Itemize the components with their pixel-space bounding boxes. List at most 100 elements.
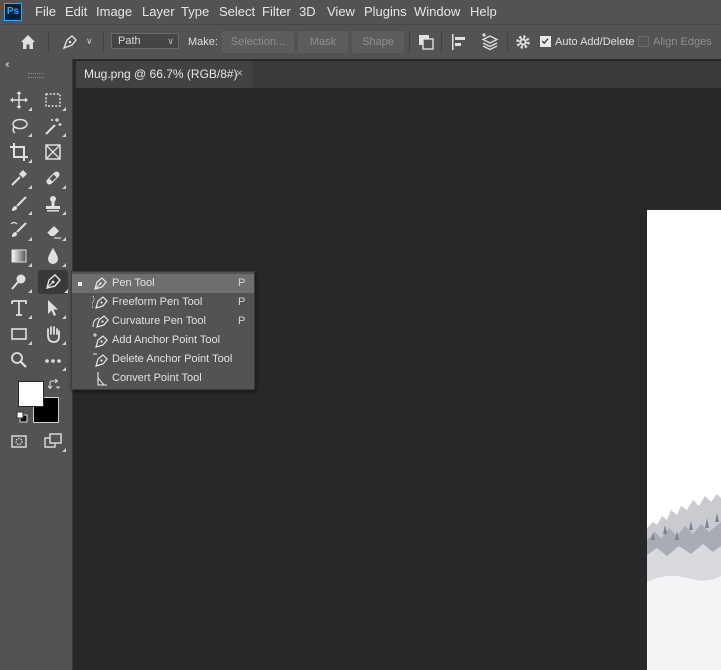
flyout-item-delete-anchor-point-tool[interactable]: Delete Anchor Point Tool <box>72 350 254 369</box>
pen-tool[interactable] <box>38 270 68 294</box>
options-separator <box>48 31 49 53</box>
brush-icon <box>12 196 27 211</box>
flyout-item-freeform-pen-tool[interactable]: Freeform Pen Tool P <box>72 293 254 312</box>
menu-plugins[interactable]: Plugins <box>364 4 407 19</box>
auto-add-delete-checkbox[interactable] <box>540 36 551 47</box>
pen-mode-select[interactable]: Path ∨ <box>111 33 179 49</box>
chevron-down-icon: ∨ <box>167 36 174 46</box>
rectangle-icon <box>11 328 27 340</box>
selected-bullet-icon <box>78 282 82 286</box>
default-colors-icon[interactable] <box>16 410 28 423</box>
zoom-icon <box>11 352 27 368</box>
path-selection-icon <box>48 300 58 316</box>
chevron-down-icon[interactable]: ∨ <box>86 36 93 47</box>
flyout-item-shortcut: P <box>238 296 246 308</box>
path-operations-icon[interactable] <box>416 32 436 52</box>
rectangle-tool[interactable] <box>6 322 32 346</box>
collapse-panel-icon[interactable]: ‹‹ <box>5 59 9 70</box>
menu-view[interactable]: View <box>327 4 355 19</box>
gear-icon[interactable] <box>513 32 533 52</box>
hand-icon <box>47 326 60 343</box>
menu-type[interactable]: Type <box>181 4 209 19</box>
crop-tool[interactable] <box>6 140 32 164</box>
path-selection-tool[interactable] <box>40 296 66 320</box>
tool-preset-pen-icon[interactable] <box>60 32 80 52</box>
menu-3d[interactable]: 3D <box>299 4 316 19</box>
make-shape-button[interactable]: Shape <box>352 31 404 53</box>
menu-layer[interactable]: Layer <box>142 4 175 19</box>
marquee-icon <box>45 93 61 107</box>
options-separator <box>507 31 508 53</box>
dodge-icon <box>11 274 26 290</box>
magic-wand-icon <box>45 118 62 135</box>
panel-grip[interactable] <box>28 73 44 78</box>
flyout-item-convert-point-tool[interactable]: Convert Point Tool <box>72 369 254 388</box>
close-icon[interactable]: × <box>236 66 243 80</box>
eraser-icon <box>46 226 61 239</box>
snowy-landscape-image <box>647 210 721 670</box>
pen-mode-value: Path <box>118 35 141 47</box>
menu-filter[interactable]: Filter <box>262 4 291 19</box>
document-tab[interactable]: Mug.png @ 66.7% (RGB/8#) × <box>76 61 253 88</box>
eyedropper-icon <box>11 170 27 186</box>
menu-file[interactable]: File <box>35 4 56 19</box>
healing-brush-tool[interactable] <box>40 166 66 190</box>
menu-window[interactable]: Window <box>414 4 460 19</box>
lasso-tool[interactable] <box>6 114 32 138</box>
flyout-item-add-anchor-point-tool[interactable]: Add Anchor Point Tool <box>72 331 254 350</box>
healing-brush-icon <box>46 171 60 185</box>
make-selection-button[interactable]: Selection... <box>222 31 294 53</box>
add-anchor-point-icon <box>92 332 109 349</box>
history-brush-icon <box>10 221 27 237</box>
swap-colors-icon[interactable] <box>47 378 60 390</box>
zoom-tool[interactable] <box>6 348 32 372</box>
more-tools-button[interactable] <box>40 348 66 372</box>
flyout-item-pen-tool[interactable]: Pen Tool P <box>72 274 254 293</box>
blur-tool[interactable] <box>40 244 66 268</box>
auto-add-delete-label: Auto Add/Delete <box>555 36 635 48</box>
eraser-tool[interactable] <box>40 218 66 242</box>
flyout-item-label: Delete Anchor Point Tool <box>112 353 233 365</box>
crop-icon <box>10 143 28 161</box>
make-mask-button[interactable]: Mask <box>298 31 348 53</box>
magic-wand-tool[interactable] <box>40 114 66 138</box>
type-tool[interactable] <box>6 296 32 320</box>
screen-mode-button[interactable] <box>40 429 66 453</box>
pen-tool-flyout: Pen Tool P Freeform Pen Tool P Curvature… <box>71 271 255 390</box>
document-image <box>647 210 721 670</box>
options-separator <box>409 31 410 53</box>
align-edges-checkbox[interactable] <box>638 36 649 47</box>
options-separator <box>103 31 104 53</box>
flyout-item-label: Freeform Pen Tool <box>112 296 203 308</box>
hand-tool[interactable] <box>40 322 66 346</box>
gradient-tool[interactable] <box>6 244 32 268</box>
dodge-tool[interactable] <box>6 270 32 294</box>
marquee-tool[interactable] <box>40 88 66 112</box>
photoshop-logo-icon: Ps <box>4 3 22 21</box>
blur-icon <box>48 248 58 264</box>
flyout-item-label: Convert Point Tool <box>112 372 202 384</box>
stamp-icon <box>46 196 60 212</box>
pen-icon <box>46 274 61 289</box>
path-alignment-icon[interactable] <box>449 32 469 52</box>
menu-edit[interactable]: Edit <box>65 4 87 19</box>
move-tool[interactable] <box>6 88 32 112</box>
flyout-item-label: Add Anchor Point Tool <box>112 334 221 346</box>
eyedropper-tool[interactable] <box>6 166 32 190</box>
brush-tool[interactable] <box>6 192 32 216</box>
quick-mask-icon <box>11 435 27 448</box>
menu-select[interactable]: Select <box>219 4 255 19</box>
menu-bar: Ps File Edit Image Layer Type Select Fil… <box>0 0 721 24</box>
history-brush-tool[interactable] <box>6 218 32 242</box>
quick-mask-button[interactable] <box>6 429 32 453</box>
foreground-color-swatch[interactable] <box>18 381 44 407</box>
flyout-item-curvature-pen-tool[interactable]: Curvature Pen Tool P <box>72 312 254 331</box>
pen-icon <box>92 275 109 292</box>
menu-help[interactable]: Help <box>470 4 497 19</box>
clone-stamp-tool[interactable] <box>40 192 66 216</box>
frame-tool[interactable] <box>40 140 66 164</box>
path-arrangement-icon[interactable] <box>480 32 500 52</box>
menu-image[interactable]: Image <box>96 4 132 19</box>
screen-mode-icon <box>44 433 62 448</box>
home-icon[interactable] <box>18 32 38 52</box>
